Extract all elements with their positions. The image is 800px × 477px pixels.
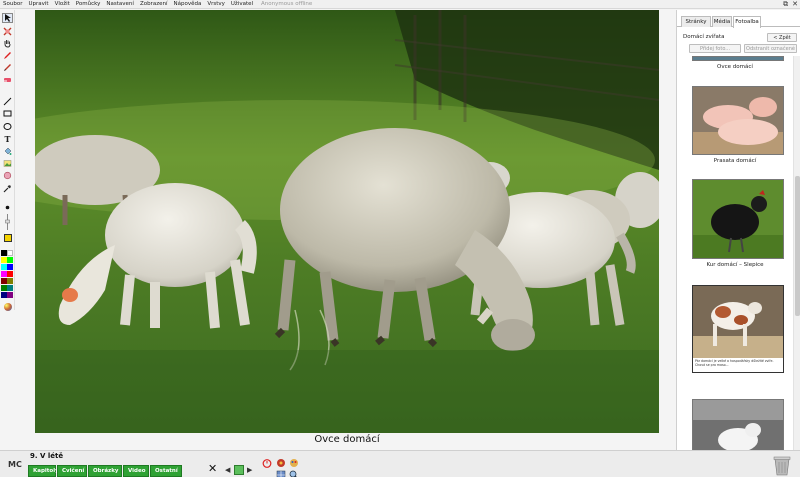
photo-caption: Ovce domácí	[314, 434, 380, 445]
app-logo: MC	[8, 460, 22, 469]
trash-icon[interactable]	[772, 454, 792, 476]
nav-other-button[interactable]: Ostatní ^	[150, 465, 182, 477]
eraser-x-icon[interactable]	[2, 26, 13, 36]
menu-bar: Soubor Upravit Vložit Pomůcky Nastavení …	[0, 0, 800, 9]
select-arrow-icon[interactable]	[2, 13, 13, 23]
current-color-swatch[interactable]	[2, 233, 13, 243]
add-photo-button[interactable]: Přidej foto...	[689, 44, 741, 53]
menu-zobrazeni[interactable]: Zobrazení	[140, 0, 168, 9]
thumbnail-description: Pár domácí je velké a hospodářsky důleži…	[695, 359, 774, 367]
color-swatch[interactable]	[7, 271, 13, 277]
main-photo	[35, 10, 659, 433]
remove-selected-button[interactable]: Odstranit označené	[744, 44, 797, 53]
menu-pomucky[interactable]: Pomůcky	[76, 0, 101, 9]
close-icon[interactable]: ✕	[792, 0, 798, 9]
menu-uzivatel[interactable]: Uživatel	[231, 0, 253, 9]
color-swatch[interactable]	[7, 257, 13, 263]
tab-media[interactable]: Média	[712, 16, 732, 27]
menu-napoveda[interactable]: Nápověda	[173, 0, 201, 9]
menu-soubor[interactable]: Soubor	[3, 0, 22, 9]
thumbnail-chicken[interactable]	[692, 179, 784, 259]
palette-icon[interactable]	[4, 303, 12, 311]
sheep-photo	[35, 10, 659, 433]
slider-icon[interactable]	[2, 213, 13, 231]
nav-video-button[interactable]: Video	[123, 465, 149, 477]
album-category: Domácí zvířata	[683, 34, 725, 40]
back-button[interactable]: < Zpět	[767, 33, 797, 42]
menu-nastaveni[interactable]: Nastavení	[106, 0, 134, 9]
thumbnail-rabbit[interactable]	[692, 399, 784, 450]
thumbnail-label: Prasata domácí	[713, 158, 757, 164]
thumbnail-pigs[interactable]	[692, 86, 784, 155]
color-swatch[interactable]	[7, 264, 13, 270]
restore-icon[interactable]: ⧉	[783, 0, 788, 9]
zoom-icon[interactable]	[289, 465, 299, 477]
paint-palette-icon[interactable]	[289, 453, 299, 467]
thumbnail-sheep[interactable]	[692, 56, 784, 61]
color-swatch[interactable]	[7, 285, 13, 291]
timer-icon[interactable]	[262, 453, 272, 468]
menu-upravit[interactable]: Upravit	[28, 0, 48, 9]
photo-album-panel: Stránky Média Fotoalba Domácí zvířata < …	[676, 10, 800, 450]
drawing-toolbar: T	[0, 10, 15, 311]
connection-status: Anonymous offline	[261, 0, 313, 7]
thumbnail-list: Ovce domácí Prasata domácí Kur domácí – …	[677, 56, 793, 450]
marker-icon[interactable]	[2, 62, 13, 72]
stamp-icon[interactable]	[2, 170, 13, 180]
tab-photo-albums[interactable]: Fotoalba	[733, 16, 761, 28]
rectangle-icon[interactable]	[2, 108, 13, 118]
app-window: Soubor Upravit Vložit Pomůcky Nastavení …	[0, 0, 800, 477]
hand-icon[interactable]	[2, 38, 13, 48]
color-swatch[interactable]	[7, 278, 13, 284]
bottom-bar: MC 9. V létě Kapitoly Cvičení Obrázky Vi…	[0, 450, 800, 477]
nav-chapters-button[interactable]: Kapitoly	[28, 465, 59, 477]
thumbnail-label: Ovce domácí	[717, 64, 753, 70]
nav-images-button[interactable]: Obrázky	[88, 465, 122, 477]
prev-page-icon[interactable]: ◀	[225, 466, 230, 474]
thumbnail-label: Kur domácí – Slepice	[706, 262, 764, 268]
line-icon[interactable]	[2, 96, 13, 106]
chapter-title: 9. V létě	[30, 452, 64, 460]
page-indicator-icon[interactable]	[234, 465, 244, 475]
panel-tabs: Stránky Média Fotoalba	[677, 16, 800, 28]
dot-icon[interactable]	[2, 202, 13, 212]
panel-scrollbar[interactable]	[793, 56, 800, 450]
menu-vlozit[interactable]: Vložit	[55, 0, 70, 9]
ellipse-icon[interactable]	[2, 121, 13, 131]
thumbnail-cow[interactable]: Pár domácí je velké a hospodářsky důleži…	[692, 285, 784, 373]
color-swatch[interactable]	[7, 292, 13, 298]
menu-vrstvy[interactable]: Vrstvy	[207, 0, 225, 9]
tab-pages[interactable]: Stránky	[681, 16, 711, 27]
navigation-tabs: Kapitoly Cvičení Obrázky Video Ostatní ^	[28, 465, 182, 477]
image-icon[interactable]	[2, 158, 13, 168]
text-icon[interactable]: T	[2, 134, 13, 144]
grid-icon[interactable]	[276, 465, 286, 477]
color-swatch[interactable]	[7, 250, 13, 256]
pen-icon[interactable]	[2, 50, 13, 60]
close-icon[interactable]: ✕	[208, 463, 217, 475]
eyedropper-icon[interactable]	[2, 183, 13, 193]
window-controls: ⧉ ✕	[783, 0, 798, 9]
nav-exercises-button[interactable]: Cvičení	[57, 465, 87, 477]
media-icon[interactable]	[276, 453, 286, 467]
fill-icon[interactable]	[2, 146, 13, 156]
eraser-icon[interactable]	[2, 74, 13, 84]
next-page-icon[interactable]: ▶	[247, 466, 252, 474]
scrollbar-thumb[interactable]	[795, 176, 800, 316]
